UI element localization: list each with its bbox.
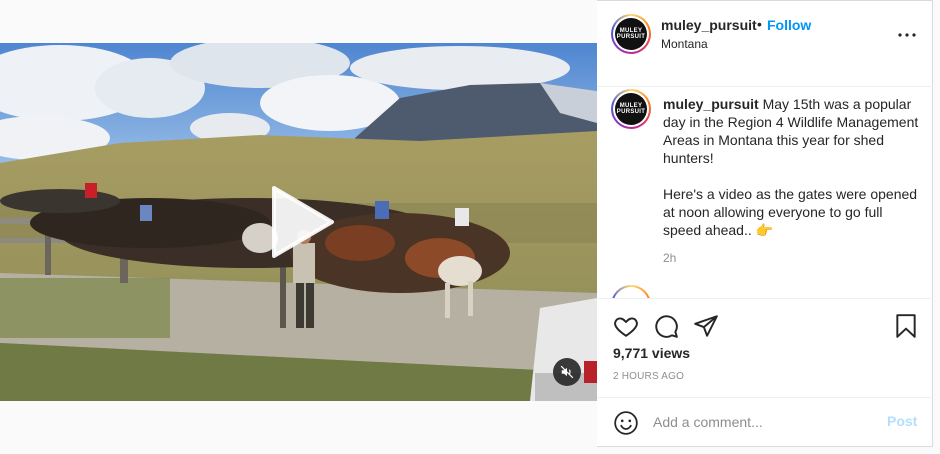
view-count[interactable]: 9,771 views	[613, 345, 690, 361]
share-icon[interactable]	[693, 313, 719, 339]
bookmark-icon[interactable]	[893, 313, 919, 339]
post-sidebar: MULEY PURSUIT muley_pursuit • Follow Mon…	[597, 0, 933, 447]
post-timestamp[interactable]: 2 HOURS AGO	[613, 371, 684, 382]
comment-avatar-partial[interactable]	[611, 285, 651, 298]
comments-area[interactable]: MULEY PURSUIT muley_pursuit May 15th was…	[597, 87, 933, 298]
post-username[interactable]: muley_pursuit	[661, 17, 757, 33]
post-comment-button[interactable]: Post	[887, 413, 917, 429]
caption-time[interactable]: 2h	[663, 251, 676, 265]
post-caption: muley_pursuit May 15th was a popular day…	[663, 95, 921, 239]
play-icon[interactable]	[270, 186, 334, 258]
emoji-icon[interactable]	[613, 410, 639, 436]
avatar-logo: MULEY PURSUIT	[616, 28, 646, 40]
avatar-logo: MULEY PURSUIT	[616, 103, 646, 115]
instagram-post-page: MULEY PURSUIT muley_pursuit • Follow Mon…	[0, 0, 940, 454]
post-location[interactable]: Montana	[661, 37, 708, 51]
caption-text-2: Here's a video as the gates were opened …	[663, 186, 918, 238]
follow-button[interactable]: Follow	[767, 17, 811, 33]
separator-dot: •	[757, 16, 762, 32]
video-player[interactable]	[0, 43, 597, 401]
comment-input[interactable]	[653, 410, 873, 434]
post-header: MULEY PURSUIT muley_pursuit • Follow Mon…	[597, 1, 933, 87]
avatar[interactable]: MULEY PURSUIT	[611, 14, 651, 54]
more-icon[interactable]	[895, 23, 919, 47]
caption-avatar[interactable]: MULEY PURSUIT	[611, 89, 651, 129]
mute-icon	[560, 365, 574, 379]
heart-icon[interactable]	[613, 313, 639, 339]
mute-button[interactable]	[553, 358, 581, 386]
caption-username[interactable]: muley_pursuit	[663, 96, 759, 112]
comment-form: Post	[597, 397, 933, 447]
comment-icon[interactable]	[653, 313, 679, 339]
action-bar: 9,771 views 2 HOURS AGO	[597, 298, 933, 408]
